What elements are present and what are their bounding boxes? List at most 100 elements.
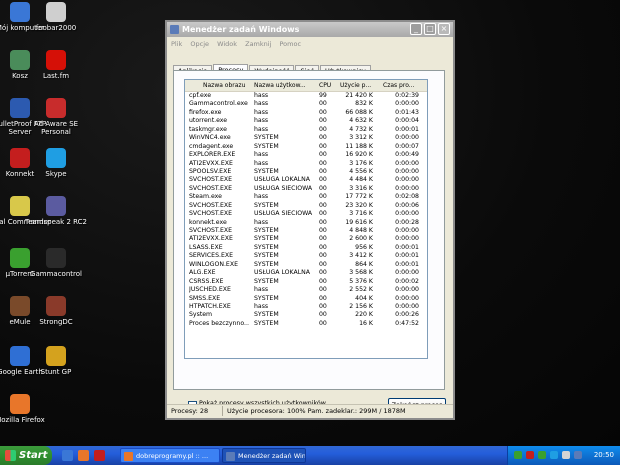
- table-row[interactable]: cmdagent.exe SYSTEM 00 11 188 K 0:00:07: [185, 143, 427, 151]
- table-row[interactable]: Steam.exe hass 00 17 772 K 0:02:08: [185, 193, 427, 201]
- table-row[interactable]: ATI2EVXX.EXE hass 00 3 176 K 0:00:00: [185, 160, 427, 168]
- table-row[interactable]: ALG.EXE USŁUGA LOKALNA 00 3 568 K 0:00:00: [185, 269, 427, 277]
- column-user-name[interactable]: Nazwa użytkow...: [254, 82, 316, 89]
- table-row[interactable]: konnekt.exe hass 00 19 616 K 0:00:28: [185, 219, 427, 227]
- table-row[interactable]: cpf.exe hass 99 21 420 K 0:02:39: [185, 92, 427, 100]
- process-cpu: 00: [319, 134, 327, 142]
- process-cpu: 00: [319, 167, 327, 175]
- process-time: 0:47:52: [395, 319, 419, 327]
- menu-shutdown[interactable]: Zamknij: [245, 40, 271, 48]
- maximize-button[interactable]: □: [424, 23, 436, 35]
- utorrent-tray-icon[interactable]: [538, 451, 546, 459]
- process-cpu: 00: [319, 243, 327, 251]
- desktop-icon[interactable]: Mozilla Firefox: [0, 394, 52, 424]
- desktop-icon[interactable]: StrongDC: [24, 296, 88, 326]
- process-cpu: 00: [319, 184, 327, 192]
- start-button[interactable]: Start: [0, 446, 52, 465]
- konnekt-quicklaunch-icon[interactable]: [94, 450, 105, 461]
- table-row[interactable]: EXPLORER.EXE hass 00 16 920 K 0:00:49: [185, 151, 427, 159]
- table-row[interactable]: Gammacontrol.exe hass 00 832 K 0:00:00: [185, 100, 427, 108]
- process-cpu: 00: [319, 227, 327, 234]
- table-row[interactable]: HTPATCH.EXE hass 00 2 156 K 0:00:00: [185, 303, 427, 311]
- menu-help[interactable]: Pomoc: [279, 40, 301, 48]
- table-row[interactable]: System SYSTEM 00 220 K 0:00:26: [185, 311, 427, 319]
- table-row[interactable]: utorrent.exe hass 00 4 632 K 0:00:04: [185, 117, 427, 125]
- process-cpu: 00: [319, 294, 327, 302]
- menu-view[interactable]: Widok: [217, 40, 237, 48]
- process-time: 0:00:00: [395, 227, 419, 234]
- process-user: SYSTEM: [254, 235, 279, 243]
- desktop-icon[interactable]: Last.fm: [24, 50, 88, 80]
- process-mem: 19 616 K: [345, 218, 373, 226]
- desktop-icon[interactable]: Gammacontrol: [24, 248, 88, 278]
- process-list[interactable]: Nazwa obrazu Nazwa użytkow... CPU Użycie…: [184, 79, 428, 359]
- task-manager-icon: [226, 452, 235, 461]
- desktop-icon[interactable]: Skype: [24, 148, 88, 178]
- desktop-icon[interactable]: Ad-Aware SE Personal: [24, 98, 88, 136]
- minimize-button[interactable]: _: [410, 23, 422, 35]
- process-cpu: 00: [319, 286, 327, 294]
- table-row[interactable]: SVCHOST.EXE USŁUGA SIECIOWA 00 3 316 K 0:00:…: [185, 185, 427, 193]
- app-icon: [46, 346, 66, 366]
- table-row[interactable]: SMSS.EXE SYSTEM 00 404 K 0:00:00: [185, 295, 427, 303]
- table-row[interactable]: taskmgr.exe hass 00 4 732 K 0:00:01: [185, 126, 427, 134]
- title-bar[interactable]: Menedżer zadań Windows _ □ ×: [167, 22, 453, 37]
- column-mem-usage[interactable]: Użycie p...: [340, 82, 371, 89]
- process-mem: 956 K: [355, 243, 373, 251]
- desktop-icon-label: Gammacontrol: [30, 270, 82, 278]
- app-icon: [46, 98, 66, 118]
- table-row[interactable]: JUSCHED.EXE hass 00 2 552 K 0:00:00: [185, 286, 427, 294]
- process-mem: 3 568 K: [349, 269, 373, 277]
- process-user: SYSTEM: [254, 260, 279, 268]
- vnc-tray-icon[interactable]: [574, 451, 582, 459]
- app-icon: [46, 248, 66, 268]
- desktop-icon[interactable]: Teamspeak 2 RC2: [24, 196, 88, 226]
- desktop-icon-label: StrongDC: [39, 318, 73, 326]
- table-row[interactable]: firefox.exe hass 00 66 088 K 0:01:43: [185, 109, 427, 117]
- table-row[interactable]: LSASS.EXE SYSTEM 00 956 K 0:00:01: [185, 244, 427, 252]
- table-row[interactable]: SPOOLSV.EXE SYSTEM 00 4 556 K 0:00:00: [185, 168, 427, 176]
- taskbar-task-browser[interactable]: dobreprogramy.pl :: ...: [120, 448, 220, 463]
- table-row[interactable]: SERVICES.EXE SYSTEM 00 3 412 K 0:00:01: [185, 252, 427, 260]
- desktop-icon-label: Mozilla Firefox: [0, 416, 45, 424]
- volume-tray-icon[interactable]: [562, 451, 570, 459]
- table-row[interactable]: WINLOGON.EXE SYSTEM 00 864 K 0:00:01: [185, 261, 427, 269]
- process-mem: 4 484 K: [349, 176, 373, 184]
- column-cpu-time[interactable]: Czas pro...: [383, 82, 414, 89]
- process-cpu: 00: [319, 235, 327, 243]
- clock[interactable]: 20:50: [594, 446, 614, 465]
- process-user: SYSTEM: [254, 142, 279, 150]
- table-row[interactable]: ATI2EVXX.EXE SYSTEM 00 2 600 K 0:00:00: [185, 235, 427, 243]
- process-time: 0:00:00: [395, 235, 419, 243]
- security-tray-icon[interactable]: [526, 451, 534, 459]
- table-row[interactable]: CSRSS.EXE SYSTEM 00 5 376 K 0:00:02: [185, 278, 427, 286]
- process-cpu: 00: [319, 142, 327, 150]
- table-row[interactable]: Proces bezczynno... SYSTEM 00 16 K 0:47:52: [185, 320, 427, 328]
- process-time: 0:00:00: [395, 100, 419, 108]
- table-row[interactable]: WinVNC4.exe SYSTEM 00 3 312 K 0:00:00: [185, 134, 427, 142]
- table-row[interactable]: SVCHOST.EXE USŁUGA SIECIOWA 00 3 716 K 0:00:…: [185, 210, 427, 218]
- skype-tray-icon[interactable]: [550, 451, 558, 459]
- table-row[interactable]: SVCHOST.EXE USŁUGA LOKALNA 00 4 484 K 0:00:0…: [185, 176, 427, 184]
- process-rows: cpf.exe hass 99 21 420 K 0:02:39 Gammacontrol…: [185, 92, 427, 328]
- taskbar-task-task-manager[interactable]: Menedżer zadań Win...: [222, 448, 306, 463]
- close-button[interactable]: ×: [438, 23, 450, 35]
- network-tray-icon[interactable]: [514, 451, 522, 459]
- process-name: Gammacontrol.exe: [189, 100, 248, 108]
- process-name: LSASS.EXE: [189, 243, 223, 251]
- table-row[interactable]: SVCHOST.EXE SYSTEM 00 4 848 K 0:00:00: [185, 227, 427, 235]
- desktop-icon[interactable]: Stunt GP: [24, 346, 88, 376]
- process-time: 0:00:00: [395, 294, 419, 302]
- table-row[interactable]: SVCHOST.EXE SYSTEM 00 23 320 K 0:00:06: [185, 202, 427, 210]
- desktop-icon-label: Stunt GP: [40, 368, 72, 376]
- firefox-quicklaunch-icon[interactable]: [78, 450, 89, 461]
- menu-file[interactable]: Plik: [171, 40, 182, 48]
- desktop-icon[interactable]: foobar2000: [24, 2, 88, 32]
- menu-options[interactable]: Opcje: [190, 40, 209, 48]
- process-name: taskmgr.exe: [189, 125, 227, 133]
- show-desktop-icon[interactable]: [62, 450, 73, 461]
- column-cpu[interactable]: CPU: [319, 82, 331, 89]
- desktop-icon-label: Last.fm: [42, 72, 70, 80]
- process-mem: 404 K: [355, 294, 373, 302]
- process-time: 0:02:08: [395, 193, 419, 201]
